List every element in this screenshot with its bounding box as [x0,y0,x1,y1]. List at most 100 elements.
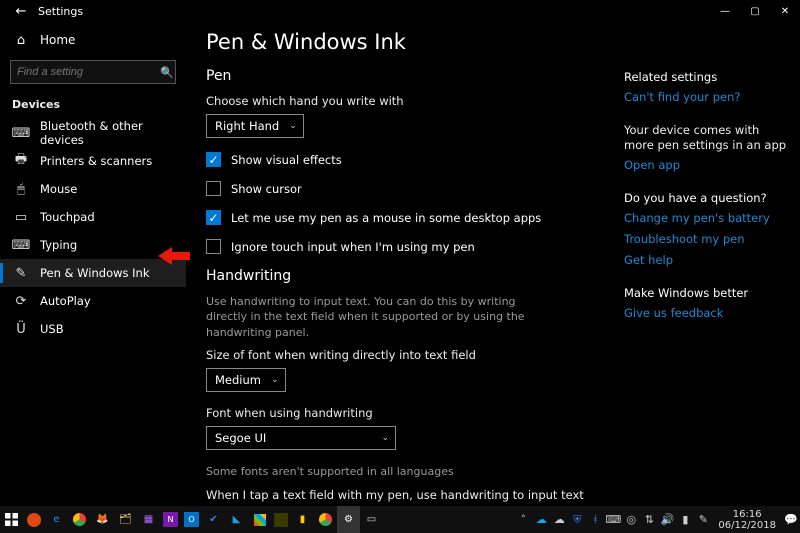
checkbox-icon: ✓ [206,210,221,225]
tb-edge[interactable]: e [45,506,68,533]
tray-keyboard-icon[interactable]: ⌨ [604,506,622,533]
sidebar-item-bluetooth-other-devices[interactable]: ⌨Bluetooth & other devices [0,119,186,147]
fontsize-label: Size of font when writing directly into … [206,348,600,362]
hand-label: Choose which hand you write with [206,94,600,108]
check-ignore-touch[interactable]: Ignore touch input when I'm using my pen [206,239,600,254]
taskbar: e 🦊 🗂 ▦ N O ✔ ◣ ▮ ⚙ ▭ ˄ ☁ ☁ ⛨ ᚼ ⌨ ◎ ⇅ 🔊 … [0,506,800,533]
hwfont-select[interactable]: Segoe UI ⌄ [206,426,396,450]
chevron-down-icon: ⌄ [271,375,279,385]
window-controls: — ▢ ✕ [710,0,800,22]
tb-settings[interactable]: ⚙ [337,506,360,533]
sidebar-item-label: USB [40,322,64,336]
tb-app-6[interactable] [274,513,288,527]
sidebar-item-label: Mouse [40,182,77,196]
taskbar-left: e 🦊 🗂 ▦ N O ✔ ◣ ▮ ⚙ ▭ [0,506,383,533]
hwfont-label: Font when using handwriting [206,406,600,420]
tray-location-icon[interactable]: ◎ [622,506,640,533]
sidebar-item-autoplay[interactable]: ⟳AutoPlay [0,287,186,315]
maximize-button[interactable]: ▢ [740,0,770,22]
tb-onenote[interactable]: N [163,512,178,527]
check-pen-as-mouse[interactable]: ✓ Let me use my pen as a mouse in some d… [206,210,600,225]
check-label: Show cursor [231,182,302,196]
hand-value: Right Hand [215,119,279,133]
tb-firefox[interactable]: 🦊 [91,506,114,533]
sidebar-item-label: Touchpad [40,210,95,224]
sidebar-item-label: Bluetooth & other devices [40,119,186,147]
tb-app-5[interactable] [248,506,271,533]
fontsize-select[interactable]: Medium ⌄ [206,368,286,392]
sidebar-item-touchpad[interactable]: ▭ Touchpad [0,203,186,231]
search-icon: 🔍 [160,66,174,79]
check-show-cursor[interactable]: Show cursor [206,181,600,196]
tray-onedrive-icon[interactable]: ☁ [550,506,568,533]
hand-select[interactable]: Right Hand ⌄ [206,114,304,138]
tb-outlook[interactable]: O [184,512,199,527]
checkbox-icon [206,181,221,196]
aside-link-open-app[interactable]: Open app [624,158,788,173]
taskbar-right: ˄ ☁ ☁ ⛨ ᚼ ⌨ ◎ ⇅ 🔊 ▮ ✎ 16:16 06/12/2018 💬 [514,506,800,533]
tray-time: 16:16 [718,509,776,520]
tray-date: 06/12/2018 [718,520,776,531]
aside-link-help[interactable]: Get help [624,253,788,268]
main-panel: Pen & Windows Ink Pen Choose which hand … [186,22,620,506]
tray-wifi-icon[interactable]: ⇅ [640,506,658,533]
aside-link-troubleshoot[interactable]: Troubleshoot my pen [624,232,788,247]
sidebar-item-label: Printers & scanners [40,154,152,168]
tray-volume-icon[interactable]: 🔊 [658,506,676,533]
tb-app-3[interactable]: ✔ [202,506,225,533]
tray-pen-icon[interactable]: ✎ [694,506,712,533]
aside-link-find-pen[interactable]: Can't find your pen? [624,90,788,105]
fontsize-value: Medium [215,373,261,387]
search-box[interactable]: 🔍 [10,60,176,84]
tray-overflow[interactable]: ˄ [514,506,532,533]
sidebar-item-mouse[interactable]: 🖱 Mouse [0,175,186,203]
annotation-arrow [158,247,190,265]
tray-notifications-icon[interactable]: 💬 [782,506,800,533]
sidebar-icon: ⟳ [12,294,30,309]
aside-better-head: Make Windows better [624,286,788,300]
home-icon: ⌂ [12,33,30,48]
tb-app-2[interactable]: ▦ [137,506,160,533]
checkbox-icon: ✓ [206,152,221,167]
sidebar-item-printers-scanners[interactable]: 🖶Printers & scanners [0,147,186,175]
sidebar-item-label: Typing [40,238,77,252]
aside-link-battery[interactable]: Change my pen's battery [624,211,788,226]
tray-battery-icon[interactable]: ▮ [676,506,694,533]
tb-chrome[interactable] [68,506,91,533]
tb-chrome-2[interactable] [314,506,337,533]
handwriting-desc: Use handwriting to input text. You can d… [206,294,536,340]
sidebar-icon: Ü [12,322,30,337]
section-pen: Pen [206,68,600,84]
tray-cloud-icon[interactable]: ☁ [532,506,550,533]
minimize-button[interactable]: — [710,0,740,22]
titlebar: ← Settings — ▢ ✕ [0,0,800,22]
sidebar-group-label: Devices [0,94,186,115]
check-visual-effects[interactable]: ✓ Show visual effects [206,152,600,167]
tb-taskview[interactable]: ▭ [360,506,383,533]
aside-more-text: Your device comes with more pen settings… [624,123,788,154]
home-label: Home [40,33,75,47]
tb-app-1[interactable] [27,513,41,527]
search-input[interactable] [17,66,160,78]
aside-related-head: Related settings [624,70,788,84]
tray-security-icon[interactable]: ⛨ [568,506,586,533]
tb-explorer[interactable]: 🗂 [114,506,137,533]
tb-app-7[interactable]: ▮ [291,506,314,533]
tap-label: When I tap a text field with my pen, use… [206,488,600,502]
sidebar-icon: 🖱 [12,182,30,197]
tray-bluetooth-icon[interactable]: ᚼ [586,506,604,533]
sidebar-home[interactable]: ⌂ Home [0,26,186,54]
sidebar-icon: ⌨ [12,238,30,253]
tray-clock[interactable]: 16:16 06/12/2018 [712,509,782,531]
start-button[interactable] [0,506,23,533]
chevron-down-icon: ⌄ [289,121,297,131]
aside-link-feedback[interactable]: Give us feedback [624,306,788,321]
sidebar-icon: ▭ [12,210,30,225]
sidebar-item-usb[interactable]: Ü USB [0,315,186,343]
chevron-down-icon: ⌄ [381,433,389,443]
close-button[interactable]: ✕ [770,0,800,22]
page-title: Pen & Windows Ink [206,30,600,54]
back-button[interactable]: ← [8,4,34,19]
sidebar-item-label: Pen & Windows Ink [40,266,150,280]
tb-app-4[interactable]: ◣ [225,506,248,533]
